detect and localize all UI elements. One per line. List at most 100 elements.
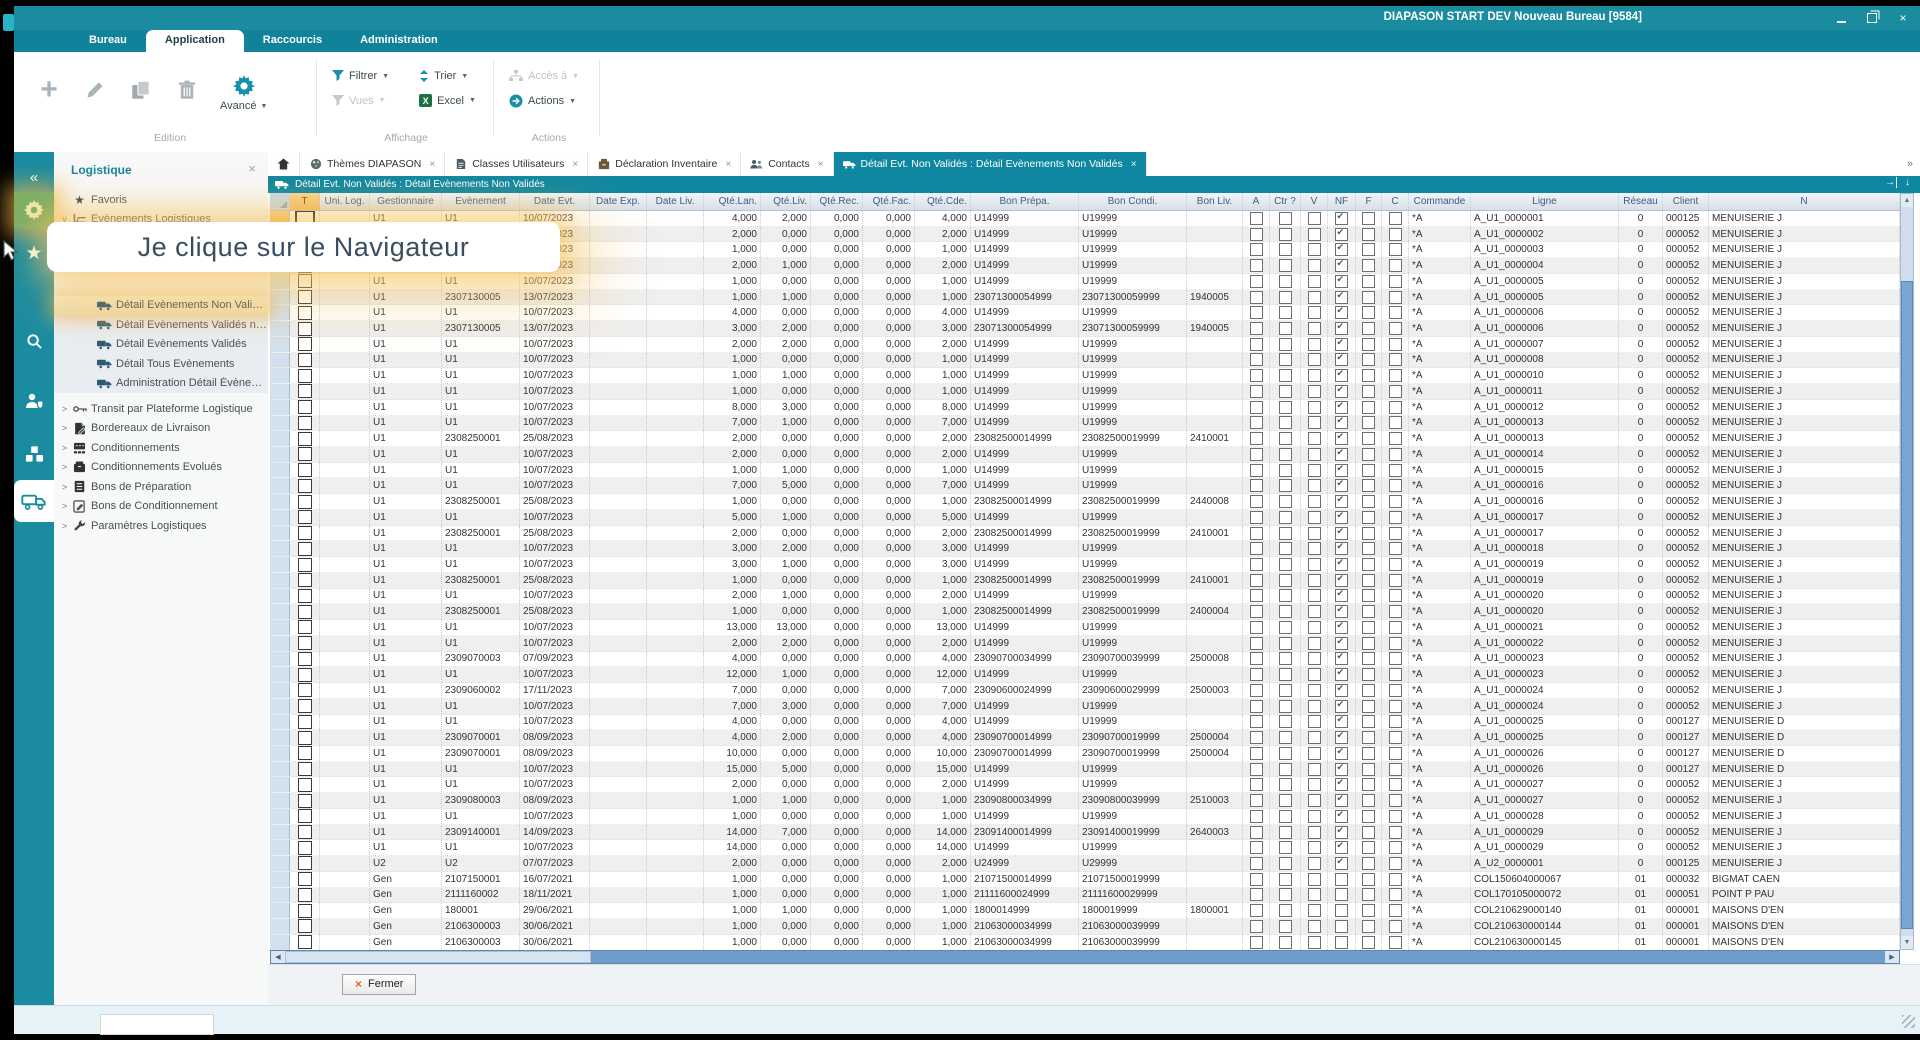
checkbox-c[interactable] xyxy=(1389,826,1402,839)
checkbox-ctr[interactable] xyxy=(1279,841,1292,854)
checkbox-c[interactable] xyxy=(1389,542,1402,555)
checkbox-c[interactable] xyxy=(1389,322,1402,335)
checkbox-v[interactable] xyxy=(1308,778,1321,791)
row-selector[interactable] xyxy=(270,746,290,761)
row-selector[interactable] xyxy=(270,274,290,289)
checkbox-f[interactable] xyxy=(1362,338,1375,351)
col-header-v[interactable]: V xyxy=(1301,193,1328,210)
checkbox-v[interactable] xyxy=(1308,369,1321,382)
col-header-date-exp[interactable]: Date Exp. xyxy=(590,193,647,210)
fermer-button[interactable]: × Fermer xyxy=(342,974,416,995)
checkbox-nf[interactable] xyxy=(1335,212,1348,225)
checkbox-ctr[interactable] xyxy=(1279,747,1292,760)
checkbox-f[interactable] xyxy=(1362,605,1375,618)
checkbox-a[interactable] xyxy=(1250,715,1263,728)
checkbox-nf[interactable] xyxy=(1335,322,1348,335)
row-checkbox[interactable] xyxy=(298,322,312,336)
checkbox-nf[interactable] xyxy=(1335,747,1348,760)
checkbox-v[interactable] xyxy=(1308,527,1321,540)
checkbox-c[interactable] xyxy=(1389,778,1402,791)
table-row[interactable]: U1U110/07/20237,0001,0000,0000,0007,000U… xyxy=(270,416,1900,432)
row-checkbox[interactable] xyxy=(298,668,312,682)
horizontal-scroll-thumb[interactable] xyxy=(285,951,591,963)
vertical-scrollbar[interactable]: ▲ ▼ xyxy=(1900,193,1914,950)
table-row[interactable]: U1U110/07/20232,0000,0000,0000,0002,000U… xyxy=(270,777,1900,793)
table-row[interactable]: U1U110/07/20233,0002,0000,0000,0003,000U… xyxy=(270,541,1900,557)
row-checkbox[interactable] xyxy=(298,683,312,697)
row-selector[interactable] xyxy=(270,557,290,572)
checkbox-v[interactable] xyxy=(1308,715,1321,728)
table-row[interactable]: U1U110/07/202314,0000,0000,0000,00014,00… xyxy=(270,840,1900,856)
checkbox-a[interactable] xyxy=(1250,353,1263,366)
checkbox-nf[interactable] xyxy=(1335,527,1348,540)
tab-themes-diapason[interactable]: Thèmes DIAPASON× xyxy=(300,152,445,176)
checkbox-c[interactable] xyxy=(1389,589,1402,602)
checkbox-v[interactable] xyxy=(1308,212,1321,225)
close-icon[interactable]: × xyxy=(818,159,824,170)
checkbox-a[interactable] xyxy=(1250,589,1263,602)
checkbox-nf[interactable] xyxy=(1335,778,1348,791)
checkbox-f[interactable] xyxy=(1362,621,1375,634)
checkbox-v[interactable] xyxy=(1308,841,1321,854)
checkbox-v[interactable] xyxy=(1308,448,1321,461)
checkbox-f[interactable] xyxy=(1362,684,1375,697)
tab-detail-evt-non-valides-detail-evenements-non-valides[interactable]: Détail Evt. Non Validés : Détail Evèneme… xyxy=(834,152,1147,176)
checkbox-nf[interactable] xyxy=(1335,888,1348,901)
checkbox-v[interactable] xyxy=(1308,652,1321,665)
checkbox-nf[interactable] xyxy=(1335,857,1348,870)
checkbox-c[interactable] xyxy=(1389,448,1402,461)
checkbox-nf[interactable] xyxy=(1335,841,1348,854)
checkbox-c[interactable] xyxy=(1389,605,1402,618)
checkbox-nf[interactable] xyxy=(1335,558,1348,571)
checkbox-nf[interactable] xyxy=(1335,369,1348,382)
checkbox-a[interactable] xyxy=(1250,920,1263,933)
row-selector[interactable] xyxy=(270,321,290,336)
checkbox-f[interactable] xyxy=(1362,778,1375,791)
table-row[interactable]: Gen18000129/06/20211,0001,0000,0000,0001… xyxy=(270,903,1900,919)
tab-overflow-chevrons[interactable]: » xyxy=(1907,158,1912,170)
checkbox-a[interactable] xyxy=(1250,668,1263,681)
chevron-right-icon[interactable]: > xyxy=(59,404,70,414)
checkbox-ctr[interactable] xyxy=(1279,826,1292,839)
table-row[interactable]: U1U110/07/20231,0000,0000,0000,0001,000U… xyxy=(270,274,1900,290)
checkbox-nf[interactable] xyxy=(1335,306,1348,319)
checkbox-nf[interactable] xyxy=(1335,731,1348,744)
checkbox-v[interactable] xyxy=(1308,810,1321,823)
row-selector[interactable] xyxy=(270,494,290,509)
scroll-left-arrow[interactable]: ◀ xyxy=(271,951,285,963)
row-checkbox[interactable] xyxy=(298,573,312,587)
table-row[interactable]: U1U110/07/20231,0001,0000,0000,0001,000U… xyxy=(270,368,1900,384)
checkbox-c[interactable] xyxy=(1389,243,1402,256)
close-icon[interactable]: × xyxy=(572,159,578,170)
table-row[interactable]: U1U110/07/20234,0000,0000,0000,0004,000U… xyxy=(270,715,1900,731)
checkbox-f[interactable] xyxy=(1362,652,1375,665)
checkbox-v[interactable] xyxy=(1308,574,1321,587)
checkbox-f[interactable] xyxy=(1362,700,1375,713)
checkbox-c[interactable] xyxy=(1389,936,1402,949)
table-row[interactable]: U1230825000125/08/20232,0000,0000,0000,0… xyxy=(270,526,1900,542)
resize-grip[interactable] xyxy=(1902,1015,1915,1028)
tab-declaration-inventaire[interactable]: Déclaration Inventaire× xyxy=(588,152,741,176)
checkbox-f[interactable] xyxy=(1362,291,1375,304)
checkbox-v[interactable] xyxy=(1308,306,1321,319)
row-checkbox[interactable] xyxy=(298,510,312,524)
scroll-up-arrow[interactable]: ▲ xyxy=(1901,194,1913,207)
checkbox-f[interactable] xyxy=(1362,826,1375,839)
checkbox-a[interactable] xyxy=(1250,558,1263,571)
ribbon-tab-administration[interactable]: Administration xyxy=(341,30,457,52)
row-checkbox[interactable] xyxy=(298,369,312,383)
checkbox-ctr[interactable] xyxy=(1279,353,1292,366)
packages-button[interactable] xyxy=(14,437,54,471)
row-selector[interactable] xyxy=(270,305,290,320)
checkbox-ctr[interactable] xyxy=(1279,432,1292,445)
row-checkbox[interactable] xyxy=(298,479,312,493)
nav-item-transit-par-plateforme-logistique[interactable]: >Transit par Plateforme Logistique xyxy=(54,399,268,419)
checkbox-c[interactable] xyxy=(1389,904,1402,917)
row-checkbox[interactable] xyxy=(298,274,312,288)
checkbox-f[interactable] xyxy=(1362,888,1375,901)
checkbox-ctr[interactable] xyxy=(1279,306,1292,319)
checkbox-a[interactable] xyxy=(1250,448,1263,461)
row-checkbox[interactable] xyxy=(298,589,312,603)
checkbox-f[interactable] xyxy=(1362,841,1375,854)
checkbox-f[interactable] xyxy=(1362,904,1375,917)
